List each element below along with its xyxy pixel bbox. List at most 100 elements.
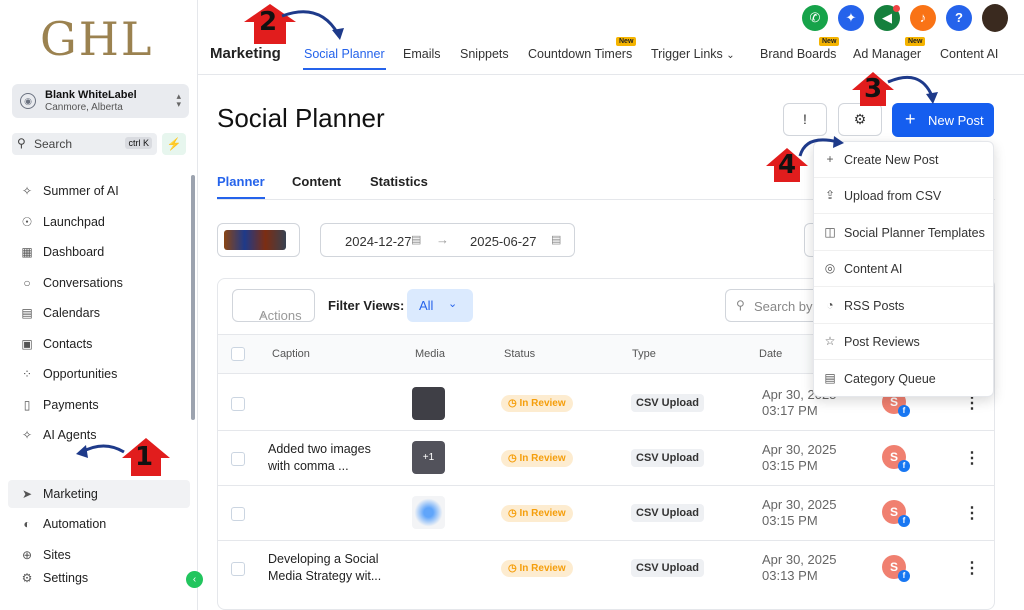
new-post-button[interactable]: + New Post	[892, 103, 994, 137]
post-caption[interactable]: Added two images with comma ...	[268, 441, 388, 475]
row-menu-icon[interactable]: ⋮	[964, 558, 980, 578]
new-badge: New	[616, 37, 637, 46]
media-thumbnail[interactable]	[412, 387, 445, 420]
collapse-sidebar-icon[interactable]: ‹	[186, 571, 203, 588]
settings-button[interactable]: ⚙	[838, 103, 882, 136]
tab-emails[interactable]: Emails	[403, 47, 441, 61]
row-checkbox[interactable]	[231, 397, 245, 411]
account-filter[interactable]	[217, 223, 300, 257]
column-header-media[interactable]: Media	[415, 348, 445, 360]
sidebar-item-opportunities[interactable]: ⁘ Opportunities	[8, 360, 190, 388]
sidebar-item-summer-of-ai[interactable]: ✧ Summer of AI	[8, 177, 190, 205]
post-date: Apr 30, 2025 03:13 PM	[762, 552, 836, 584]
subtab-statistics[interactable]: Statistics	[370, 174, 428, 189]
date-range-picker[interactable]: 2024-12-27 ▤ → 2025-06-27 ▤	[320, 223, 575, 257]
feedback-button[interactable]: !	[783, 103, 827, 136]
menu-item-category-queue[interactable]: ▤ Category Queue	[814, 361, 993, 397]
step-4-number: 4	[778, 150, 797, 180]
status-badge: ◷ In Review	[501, 395, 573, 412]
status-label: In Review	[519, 563, 566, 574]
arrow-right-icon: →	[436, 232, 449, 247]
user-avatar[interactable]	[982, 4, 1008, 32]
media-thumbnail[interactable]: +1	[412, 441, 445, 474]
select-all-checkbox[interactable]	[231, 347, 245, 361]
sidebar-item-payments[interactable]: ▯ Payments	[8, 391, 190, 419]
tab-countdown-timers[interactable]: Countdown Timers	[528, 47, 632, 61]
receipt-icon: ▯	[23, 398, 31, 412]
star-icon: ☆	[824, 334, 836, 348]
quick-action-bolt-icon[interactable]: ⚡	[162, 133, 186, 155]
active-tab-indicator	[303, 68, 386, 70]
filter-views-value: All	[419, 298, 434, 313]
tab-ad-manager[interactable]: Ad Manager	[853, 47, 921, 61]
post-caption[interactable]: Developing a Social Media Strategy wit..…	[268, 551, 388, 585]
menu-item-post-reviews[interactable]: ☆ Post Reviews	[814, 324, 993, 360]
sidebar-item-conversations[interactable]: ○ Conversations	[8, 269, 190, 297]
phone-icon[interactable]: ✆	[802, 5, 828, 31]
tab-snippets[interactable]: Snippets	[460, 47, 509, 61]
bell-icon[interactable]: ♪	[910, 5, 936, 31]
sidebar-item-contacts[interactable]: ▣ Contacts	[8, 330, 190, 358]
globe-icon: ⊕	[21, 548, 33, 562]
magic-wand-icon[interactable]: ✦	[838, 5, 864, 31]
new-post-label: New Post	[928, 113, 984, 128]
tab-content-ai[interactable]: Content AI	[940, 47, 998, 61]
column-header-caption[interactable]: Caption	[272, 348, 310, 360]
sidebar-item-label: Summer of AI	[43, 184, 119, 198]
date-text: Apr 30, 2025	[762, 442, 837, 457]
row-checkbox[interactable]	[231, 507, 245, 521]
row-divider	[218, 430, 994, 431]
brand-logo[interactable]: GHL	[40, 12, 153, 66]
menu-item-content-ai[interactable]: ◎ Content AI	[814, 251, 993, 287]
type-badge: CSV Upload	[631, 449, 704, 467]
sidebar-item-label: Launchpad	[43, 215, 105, 229]
account-switcher[interactable]: ◉ Blank WhiteLabel Canmore, Alberta ▴ ▾	[12, 84, 189, 118]
tab-social-planner[interactable]: Social Planner	[304, 47, 385, 61]
time-text: 03:15 PM	[762, 513, 818, 528]
row-checkbox[interactable]	[231, 562, 245, 576]
account-avatars	[224, 230, 286, 250]
tab-trigger-links[interactable]: Trigger Links ⌄	[651, 47, 735, 61]
menu-item-social-planner-templates[interactable]: ◫ Social Planner Templates	[814, 215, 993, 251]
actions-dropdown[interactable]: Actions ⌄	[232, 289, 315, 323]
sidebar-item-automation[interactable]: ◐ Automation	[8, 510, 190, 538]
row-menu-icon[interactable]: ⋮	[964, 448, 980, 468]
row-checkbox[interactable]	[231, 452, 245, 466]
sidebar-item-label: Contacts	[43, 337, 93, 351]
type-badge: CSV Upload	[631, 559, 704, 577]
tab-brand-boards[interactable]: Brand Boards	[760, 47, 836, 61]
facebook-icon: f	[898, 460, 910, 472]
account-name: Blank WhiteLabel	[45, 89, 137, 101]
help-icon[interactable]: ?	[946, 5, 972, 31]
menu-item-rss-posts[interactable]: ◔ RSS Posts	[814, 288, 993, 324]
column-header-type[interactable]: Type	[632, 348, 656, 360]
search-shortcut: ctrl K	[125, 137, 152, 149]
column-header-date[interactable]: Date	[759, 348, 782, 360]
sidebar-item-label: Payments	[43, 398, 99, 412]
sidebar-item-launchpad[interactable]: ☉ Launchpad	[8, 208, 190, 236]
sidebar-item-calendars[interactable]: ▤ Calendars	[8, 299, 190, 327]
subtab-planner[interactable]: Planner	[217, 174, 265, 189]
date-text: Apr 30, 2025	[762, 497, 837, 512]
table-search-input[interactable]: ⚲ Search by	[725, 289, 815, 322]
sidebar-scrollbar[interactable]	[191, 175, 195, 420]
subtab-content[interactable]: Content	[292, 174, 341, 189]
row-menu-icon[interactable]: ⋮	[964, 503, 980, 523]
step-3-number: 3	[864, 74, 883, 104]
sidebar-item-dashboard[interactable]: ▦ Dashboard	[8, 238, 190, 266]
sidebar-search[interactable]: ⚲ Search ctrl K	[12, 133, 157, 155]
menu-item-create-new-post[interactable]: + Create New Post	[814, 142, 993, 178]
filter-views-select[interactable]: All ⌄	[407, 289, 473, 322]
status-label: In Review	[519, 398, 566, 409]
new-post-menu: + Create New Post ⇪ Upload from CSV ◫ Socia…	[813, 141, 994, 397]
queue-icon: ▤	[824, 371, 836, 385]
menu-item-upload-from-csv[interactable]: ⇪ Upload from CSV	[814, 178, 993, 214]
sidebar: GHL ◉ Blank WhiteLabel Canmore, Alberta …	[0, 0, 203, 610]
sidebar-item-settings[interactable]: ⚙ Settings	[8, 564, 190, 592]
column-header-status[interactable]: Status	[504, 348, 535, 360]
calendar-icon: ▤	[411, 234, 422, 246]
sidebar-item-ai-agents[interactable]: ✧ AI Agents	[8, 421, 190, 449]
media-thumbnail[interactable]	[412, 496, 445, 529]
sidebar-item-marketing[interactable]: ➤ Marketing	[8, 480, 190, 508]
active-subtab-indicator	[217, 197, 265, 199]
